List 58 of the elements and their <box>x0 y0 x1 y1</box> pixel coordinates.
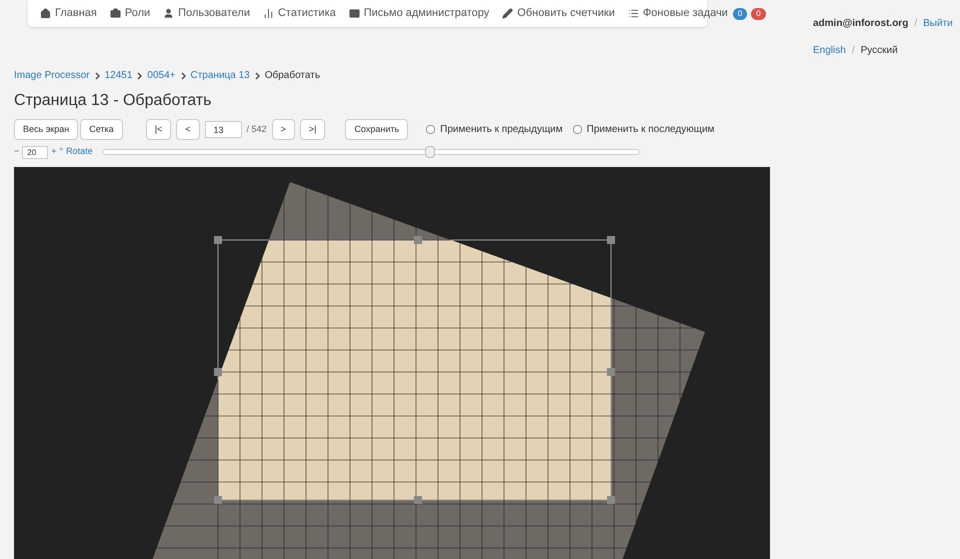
breadcrumb-link[interactable]: 12451 <box>104 68 132 83</box>
crop-frame[interactable] <box>218 240 612 500</box>
nav-link[interactable]: Статистика <box>262 5 336 22</box>
save-button[interactable]: Сохранить <box>345 119 408 140</box>
current-step-text: Обработать <box>264 69 320 83</box>
nav-link[interactable]: Пользователи <box>163 5 250 22</box>
view-button[interactable]: Весь экран <box>14 119 78 140</box>
first-page-button[interactable]: |< <box>146 119 172 140</box>
pencil-icon <box>502 8 514 19</box>
home-icon <box>40 8 51 19</box>
page-title: Страница 13 - Обработать <box>14 91 212 111</box>
rotate-input[interactable]: 20 <box>22 146 48 158</box>
crop-handle[interactable] <box>214 236 222 244</box>
nav-link[interactable]: Роли <box>110 5 150 22</box>
checkbox[interactable] <box>572 125 582 134</box>
page-total: / 542 <box>246 122 267 136</box>
nav-link[interactable]: Обновить счетчики <box>502 5 615 22</box>
count-badge: 0 <box>732 8 748 20</box>
rotate-link[interactable]: Rotate <box>66 145 93 159</box>
crop-handle[interactable] <box>607 496 615 504</box>
crop-handle[interactable] <box>214 496 222 504</box>
chevron-icon <box>254 72 260 80</box>
degree-sign: ° <box>60 145 64 158</box>
chevron-icon <box>94 72 100 80</box>
checkbox[interactable] <box>426 125 436 134</box>
view-button[interactable]: Сетка <box>80 119 123 140</box>
breadcrumb-link[interactable]: 0054+ <box>147 68 176 83</box>
crop-handle[interactable] <box>414 496 422 504</box>
chevron-icon <box>137 72 142 80</box>
crop-handle[interactable] <box>607 236 615 244</box>
checkbox-label: Применить к предыдущим <box>440 123 563 137</box>
checkbox-label: Применить к последующим <box>586 123 714 137</box>
logout-link[interactable]: Выйти <box>923 16 953 31</box>
breadcrumb-link[interactable]: Image Processor <box>14 68 90 83</box>
chevron-icon <box>180 72 186 80</box>
breadcrumb-link[interactable]: Страница 13 <box>190 68 250 83</box>
decrease-button[interactable]: − <box>14 145 20 159</box>
slider-thumb[interactable] <box>424 146 435 158</box>
previous-page-button[interactable]: < <box>176 119 200 140</box>
bar-chart-icon <box>262 8 274 19</box>
crop-handle[interactable] <box>607 368 615 376</box>
nav-link[interactable]: Главная <box>40 5 97 22</box>
crop-handle[interactable] <box>414 236 422 244</box>
briefcase-icon <box>110 8 121 19</box>
language-link[interactable]: English <box>813 43 846 58</box>
next-page-button[interactable]: > <box>272 119 295 140</box>
increase-button[interactable]: + <box>51 145 57 159</box>
last-page-button[interactable]: >| <box>300 119 326 140</box>
language-link[interactable]: Русский <box>860 43 898 58</box>
nav-link[interactable]: Письмо администратору <box>348 5 490 22</box>
count-badge: 0 <box>751 8 766 20</box>
separator: / <box>852 44 855 58</box>
crop-handle[interactable] <box>214 368 222 376</box>
page-input[interactable]: 13 <box>204 121 242 138</box>
nav-link[interactable]: Фоновые задачи <box>628 5 728 22</box>
user-icon <box>163 8 174 19</box>
separator: / <box>914 17 918 31</box>
user-email: admin@inforost.org <box>813 17 908 31</box>
